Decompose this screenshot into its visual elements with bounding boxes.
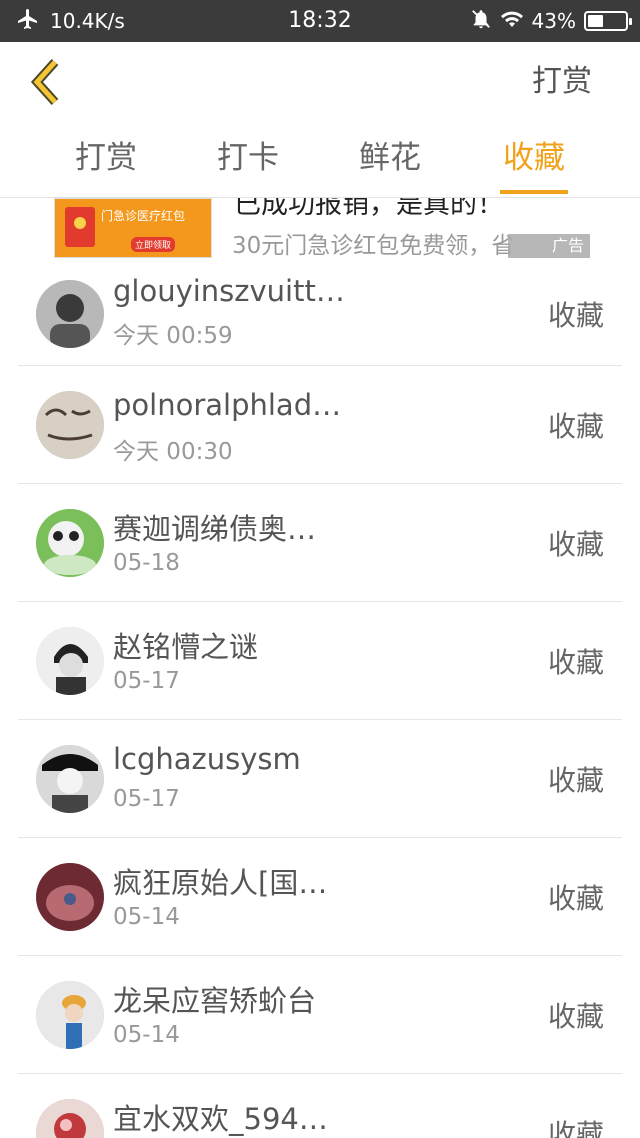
back-button[interactable] [18, 54, 74, 110]
status-right: 43% [470, 0, 632, 42]
tab-checkin[interactable]: 打卡 [204, 122, 292, 198]
user-name: 疯狂原始人[国… [113, 866, 328, 900]
avatar [36, 279, 104, 348]
user-name: 赵铭懵之谜 [113, 630, 259, 664]
avatar [36, 862, 104, 931]
red-envelope-icon [65, 207, 95, 247]
list-item[interactable]: 赵铭懵之谜 05-17 收藏 [18, 602, 622, 720]
tab-label: 收藏 [503, 140, 565, 176]
tab-label: 打卡 [217, 140, 279, 176]
avatar [36, 626, 104, 695]
tab-reward[interactable]: 打赏 [62, 122, 150, 198]
list-item[interactable]: polnoralphlad… 今天 00:30 收藏 [18, 366, 622, 484]
user-name: glouyinszvuitt… [113, 274, 345, 308]
avatar [36, 980, 104, 1049]
ad-description: 30元门急诊红包免费领，省 [232, 233, 515, 259]
favorites-list: glouyinszvuitt… 今天 00:59 收藏 polnoralphla… [0, 262, 640, 1138]
mute-bell-icon [470, 8, 492, 35]
battery-icon [584, 11, 632, 31]
list-item[interactable]: lcghazusysm 05-17 收藏 [18, 720, 622, 838]
list-item[interactable]: 龙呆应窖矫蚧台 05-14 收藏 [18, 956, 622, 1074]
user-name: lcghazusysm [113, 742, 301, 776]
nav-bar: 打赏 [0, 42, 640, 122]
favorite-label: 收藏 [547, 763, 604, 797]
timestamp: 今天 00:30 [113, 439, 233, 465]
timestamp: 05-17 [113, 786, 180, 812]
list-item[interactable]: 赛迦调绨债奥… 05-18 收藏 [18, 484, 622, 602]
timestamp: 05-14 [113, 904, 180, 930]
tab-favorites[interactable]: 收藏 [500, 122, 568, 198]
battery-percent: 43% [531, 9, 576, 33]
favorite-label: 收藏 [547, 881, 604, 915]
reward-button[interactable]: 打赏 [532, 42, 592, 122]
list-item[interactable]: glouyinszvuitt… 今天 00:59 收藏 [18, 262, 622, 366]
avatar [36, 508, 104, 577]
active-tab-indicator [500, 190, 568, 194]
tab-flowers[interactable]: 鲜花 [346, 122, 434, 198]
timestamp: 05-17 [113, 668, 180, 694]
user-name: 赛迦调绨债奥… [113, 512, 317, 546]
ad-badge: 广告 [508, 234, 590, 258]
ad-title: 已成功报销，是真的！ [234, 198, 504, 220]
favorite-label: 收藏 [547, 527, 604, 561]
favorite-label: 收藏 [547, 1117, 604, 1138]
user-name: 龙呆应窖矫蚧台 [113, 984, 317, 1018]
avatar [36, 390, 104, 459]
avatar [36, 1098, 104, 1138]
ad-banner[interactable]: 门急诊医疗红包 立即领取 已成功报销，是真的！ 30元门急诊红包免费领，省 广告 [0, 198, 640, 262]
favorite-label: 收藏 [547, 298, 604, 332]
battery-level [588, 15, 603, 27]
list-item[interactable]: 宜水双欢_594… 收藏 [18, 1074, 622, 1138]
ad-image-text: 门急诊医疗红包 [101, 209, 186, 223]
favorite-label: 收藏 [547, 645, 604, 679]
timestamp: 今天 00:59 [113, 323, 233, 349]
timestamp: 05-14 [113, 1022, 180, 1048]
tab-bar: 打赏 打卡 鲜花 收藏 [0, 122, 640, 198]
avatar [36, 744, 104, 813]
wifi-icon [500, 9, 524, 34]
status-bar: 10.4K/s 18:32 43% [0, 0, 640, 42]
tab-label: 打赏 [75, 140, 137, 176]
favorite-label: 收藏 [547, 409, 604, 443]
user-name: polnoralphlad… [113, 388, 342, 422]
user-name: 宜水双欢_594… [113, 1102, 328, 1136]
ad-image: 门急诊医疗红包 立即领取 [54, 198, 212, 258]
list-item[interactable]: 疯狂原始人[国… 05-14 收藏 [18, 838, 622, 956]
chevron-left-icon [30, 58, 59, 106]
ad-image-button: 立即领取 [131, 237, 176, 252]
timestamp: 05-18 [113, 550, 180, 576]
tab-label: 鲜花 [359, 140, 421, 176]
favorite-label: 收藏 [547, 999, 604, 1033]
